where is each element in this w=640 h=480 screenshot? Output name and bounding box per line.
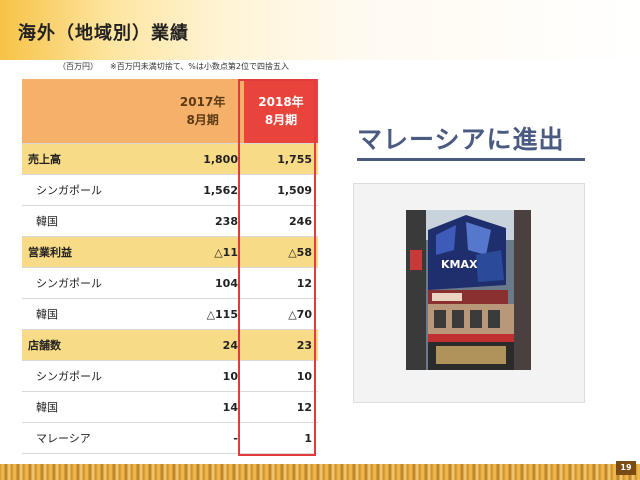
row-label: 韓国: [22, 205, 162, 237]
header-2017: 2017年 8月期: [161, 79, 244, 144]
value-2018: 10: [243, 360, 318, 392]
header-2018-period: 8月期: [264, 113, 298, 127]
value-2018: 1,509: [243, 174, 318, 206]
table-row: 韓国 14 12: [22, 391, 318, 423]
row-label: シンガポール: [22, 174, 162, 206]
store-sign-text: KMAX: [441, 258, 478, 271]
value-2017: 10: [161, 360, 244, 392]
header-2018: 2018年 8月期: [243, 79, 318, 144]
row-label: 売上高: [22, 143, 162, 175]
title-underline: [357, 158, 585, 161]
table-row: シンガポール 104 12: [22, 267, 318, 299]
value-2018: 12: [243, 267, 318, 299]
value-2017: 238: [161, 205, 244, 237]
header-2017-period: 8月期: [186, 113, 219, 127]
row-label: 店舗数: [22, 329, 162, 361]
value-2017: 1,800: [161, 143, 244, 175]
value-2017: △115: [161, 298, 244, 330]
value-2017: 24: [161, 329, 244, 361]
value-2017: 1,562: [161, 174, 244, 206]
value-2018: △70: [243, 298, 318, 330]
row-label: マレーシア: [22, 422, 162, 454]
page-number: 19: [616, 461, 636, 475]
results-table: 2017年 8月期 2018年 8月期 売上高 1,800 1,755 シンガポール 1…: [22, 79, 318, 454]
row-label: シンガポール: [22, 267, 162, 299]
page-title: 海外（地域別）業績: [18, 23, 189, 44]
value-2018: 23: [243, 329, 318, 361]
table-row: シンガポール 10 10: [22, 360, 318, 392]
table-header-row: 2017年 8月期 2018年 8月期: [22, 79, 318, 144]
value-2017: △11: [161, 236, 244, 268]
header-blank-cell: [22, 79, 162, 144]
category-row: 営業利益 △11 △58: [22, 236, 318, 268]
table-row: シンガポール 1,562 1,509: [22, 174, 318, 206]
value-2017: 14: [161, 391, 244, 423]
row-label: 韓国: [22, 298, 162, 330]
row-label: 韓国: [22, 391, 162, 423]
value-2017: 104: [161, 267, 244, 299]
store-photo: KMAX: [406, 210, 531, 370]
value-2017: -: [161, 422, 244, 454]
value-2018: 246: [243, 205, 318, 237]
row-label: 営業利益: [22, 236, 162, 268]
table-row: 韓国 △115 △70: [22, 298, 318, 330]
row-label: シンガポール: [22, 360, 162, 392]
header-2018-year: 2018年: [258, 95, 304, 109]
value-2018: 1,755: [243, 143, 318, 175]
value-2018: 12: [243, 391, 318, 423]
table-body: 売上高 1,800 1,755 シンガポール 1,562 1,509 韓国 238 246 営業利…: [22, 143, 318, 454]
malaysia-title: マレーシアに進出: [357, 125, 565, 154]
footer-band: [0, 464, 640, 480]
unit-note: （百万円）: [58, 62, 98, 71]
table-row: 韓国 238 246: [22, 205, 318, 237]
table-row: マレーシア -1: [22, 422, 318, 454]
value-2018: △58: [243, 236, 318, 268]
category-row: 店舗数 24 23: [22, 329, 318, 361]
header-2017-year: 2017年: [179, 95, 226, 109]
rounding-note: ※百万円未満切捨て、%は小数点第2位で四捨五入: [110, 62, 289, 71]
store-photo-illustration: KMAX: [406, 210, 531, 370]
category-row: 売上高 1,800 1,755: [22, 143, 318, 175]
value-2018: 1: [243, 422, 318, 454]
